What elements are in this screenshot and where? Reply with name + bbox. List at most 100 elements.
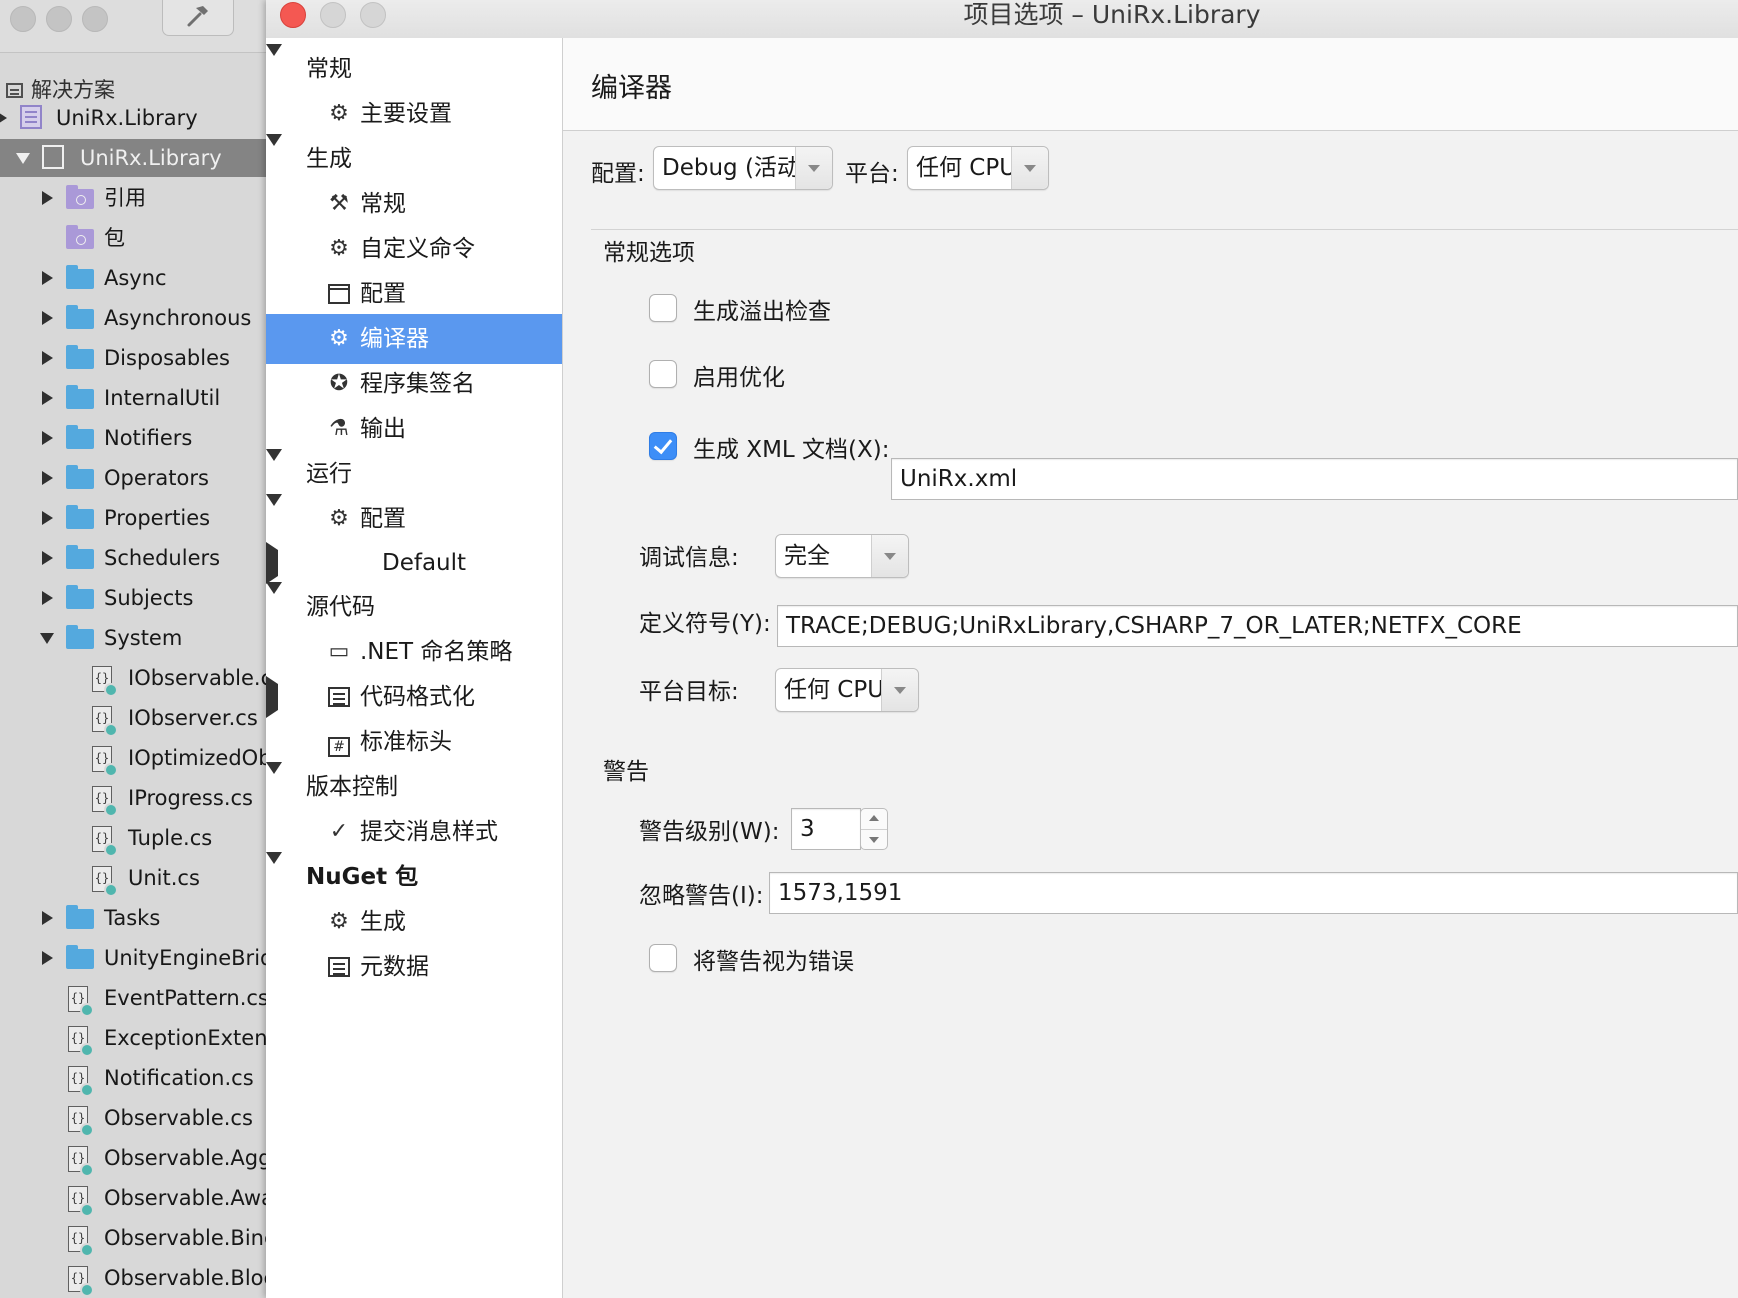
play-icon <box>266 542 278 584</box>
nav-item-label: 运行 <box>306 461 352 487</box>
flask-icon: ⚗ <box>329 416 349 441</box>
disclosure-open-icon[interactable] <box>266 44 282 82</box>
dialog-titlebar: 项目选项 – UniRx.Library <box>266 0 1738 39</box>
project-options-dialog: 项目选项 – UniRx.Library 常规 ⚙ 主要设置 生成 ⚒ 常规 ⚙ 自定义命令配… <box>266 0 1738 1298</box>
nav-item[interactable]: ⚗ 输出 <box>266 404 562 454</box>
hammer-icon: ⚒ <box>329 191 349 216</box>
platform-target-select-value: 任何 CPU <box>784 677 885 703</box>
window-icon <box>326 281 352 307</box>
naming-icon: ▭ <box>328 639 350 664</box>
xml-doc-field[interactable]: UniRx.xml <box>891 458 1738 500</box>
gear-icon: ⚙ <box>329 909 349 934</box>
nav-item[interactable]: 元数据 <box>266 942 562 992</box>
nav-item-label: 配置 <box>360 506 406 532</box>
nav-item-label: 代码格式化 <box>360 684 475 710</box>
warning-level-field[interactable]: 3 <box>791 808 861 850</box>
nav-item[interactable]: 配置 <box>266 269 562 319</box>
disclosure-open-icon[interactable] <box>266 762 282 800</box>
debug-info-select[interactable]: 完全 <box>775 534 909 578</box>
ignore-warnings-field[interactable]: 1573,1591 <box>769 872 1738 914</box>
warnings-heading: 警告 <box>603 759 649 785</box>
platform-target-select[interactable]: 任何 CPU <box>775 668 919 712</box>
define-symbols-field[interactable]: TRACE;DEBUG;UniRxLibrary,CSHARP_7_OR_LAT… <box>777 605 1738 647</box>
nav-item-label: 版本控制 <box>306 774 398 800</box>
gear-icon: ⚙ <box>329 506 349 531</box>
nav-category[interactable]: 运行 <box>266 449 562 499</box>
nav-item[interactable]: ⚙ 配置 <box>266 494 562 544</box>
xml-doc-checkbox[interactable] <box>649 432 677 460</box>
panel-title: 编译器 <box>591 73 672 104</box>
platform-target-label: 平台目标: <box>639 679 739 705</box>
disclosure-closed-icon[interactable] <box>266 676 278 718</box>
window-title: 项目选项 – UniRx.Library <box>963 0 1261 29</box>
warnings-as-errors-label: 将警告视为错误 <box>693 949 854 975</box>
nav-item[interactable]: ⚙ 主要设置 <box>266 89 562 139</box>
nav-item-label: 源代码 <box>306 594 375 620</box>
nav-category[interactable]: 常规 <box>266 44 562 94</box>
nav-item-label: 输出 <box>360 416 406 442</box>
nav-category[interactable]: 版本控制 <box>266 762 562 812</box>
config-label: 配置: <box>591 161 645 187</box>
nav-item-label: 元数据 <box>360 954 429 980</box>
nav-item[interactable]: # 标准标头 <box>266 717 562 767</box>
nav-item-label: 主要设置 <box>360 101 452 127</box>
nav-item-label: 常规 <box>306 56 352 82</box>
ignore-warnings-label: 忽略警告(I): <box>639 883 764 909</box>
nav-category[interactable]: 源代码 <box>266 582 562 632</box>
define-symbols-label: 定义符号(Y): <box>639 611 771 637</box>
options-navigation: 常规 ⚙ 主要设置 生成 ⚒ 常规 ⚙ 自定义命令 配置 ⚙ 编译器 ✪ 程序集签名 ⚗ 输出 运行 ⚙ 配置 De… <box>266 38 563 1298</box>
platform-select[interactable]: 任何 CPU <box>907 146 1049 190</box>
disclosure-open-icon[interactable] <box>266 134 282 172</box>
hash-icon: # <box>326 729 352 757</box>
nav-item[interactable]: ⚙ 生成 <box>266 897 562 947</box>
nav-item-label: 配置 <box>360 281 406 307</box>
nav-item-label: 程序集签名 <box>360 371 475 397</box>
nav-item[interactable]: ⚙ 自定义命令 <box>266 224 562 274</box>
optimize-checkbox[interactable] <box>649 360 677 388</box>
gear-icon: ⚙ <box>329 236 349 261</box>
nav-category[interactable]: NuGet 包 <box>266 852 562 902</box>
overflow-check-checkbox[interactable] <box>649 294 677 322</box>
warning-level-label: 警告级别(W): <box>639 819 780 845</box>
warnings-as-errors-checkbox[interactable] <box>649 944 677 972</box>
nav-item-label: Default <box>382 550 467 576</box>
inactive-overlay <box>0 0 266 1298</box>
nav-item-label: 生成 <box>306 146 352 172</box>
check-circle-icon: ✓ <box>329 819 349 844</box>
nav-item[interactable]: ▭ .NET 命名策略 <box>266 627 562 677</box>
chevron-down-icon <box>881 669 918 711</box>
compiler-settings-panel: 编译器 配置: Debug (活动) 平台: 任何 CPU 常规选项 生成溢出检… <box>563 38 1738 1298</box>
disclosure-open-icon[interactable] <box>266 582 282 620</box>
disclosure-open-icon[interactable] <box>266 852 282 890</box>
nav-item-label: 生成 <box>360 909 406 935</box>
xml-doc-label: 生成 XML 文档(X): <box>693 437 890 463</box>
debug-info-label: 调试信息: <box>639 545 739 571</box>
nav-item-label: 自定义命令 <box>360 236 475 262</box>
nav-item-label: 提交消息样式 <box>360 819 498 845</box>
disclosure-open-icon[interactable] <box>266 494 282 532</box>
disclosure-open-icon[interactable] <box>266 449 282 487</box>
nav-item-label: NuGet 包 <box>306 864 419 890</box>
nav-subitem[interactable]: Default <box>266 538 562 588</box>
platform-select-value: 任何 CPU <box>916 155 1017 181</box>
config-select-value: Debug (活动) <box>662 155 809 181</box>
compiler-icon: ⚙ <box>329 326 349 351</box>
overflow-check-label: 生成溢出检查 <box>693 299 831 325</box>
general-options-heading: 常规选项 <box>603 240 695 266</box>
panel-header: 编译器 <box>563 38 1738 131</box>
optimize-label: 启用优化 <box>693 365 785 391</box>
nav-item[interactable]: ⚒ 常规 <box>266 179 562 229</box>
config-select[interactable]: Debug (活动) <box>653 146 833 190</box>
nav-item-label: 标准标头 <box>360 729 452 755</box>
nav-item[interactable]: ✓ 提交消息样式 <box>266 807 562 857</box>
warning-level-stepper[interactable] <box>860 808 888 850</box>
nav-item[interactable]: ✪ 程序集签名 <box>266 359 562 409</box>
chevron-down-icon <box>871 535 908 577</box>
nav-category[interactable]: 生成 <box>266 134 562 184</box>
list-icon <box>326 954 352 980</box>
nav-item[interactable]: 代码格式化 <box>266 672 562 722</box>
divider <box>591 229 1738 230</box>
nav-item-label: 编译器 <box>360 326 429 352</box>
chevron-down-icon <box>795 147 832 189</box>
nav-item[interactable]: ⚙ 编译器 <box>266 314 562 364</box>
